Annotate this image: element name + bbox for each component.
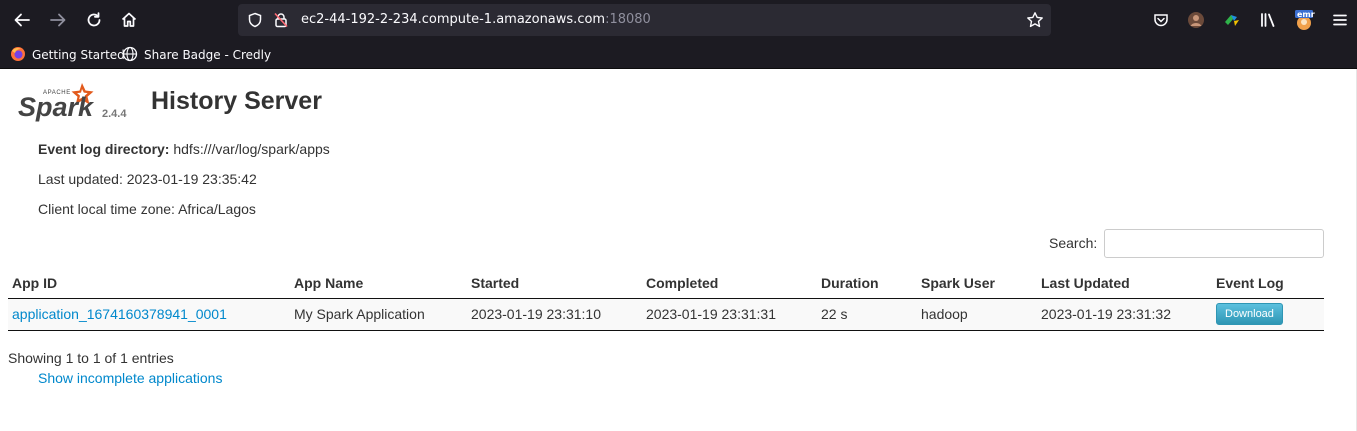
col-header-last-updated[interactable]: Last Updated xyxy=(1037,269,1212,299)
event-log-value: hdfs:///var/log/spark/apps xyxy=(173,141,330,157)
shield-icon[interactable] xyxy=(246,11,264,29)
reload-icon[interactable] xyxy=(82,8,106,32)
table-header-row: App ID App Name Started Completed Durati… xyxy=(8,269,1324,299)
browser-toolbar: ec2-44-192-2-234.compute-1.amazonaws.com… xyxy=(0,0,1357,40)
spark-logo[interactable]: APACHE Spark xyxy=(16,80,98,122)
col-header-event-log[interactable]: Event Log xyxy=(1212,269,1324,299)
forward-icon[interactable] xyxy=(46,8,70,32)
insecure-lock-icon[interactable] xyxy=(272,11,290,29)
pocket-icon[interactable] xyxy=(1150,9,1172,31)
bookmark-getting-started[interactable]: Getting Started xyxy=(10,46,125,64)
library-icon[interactable] xyxy=(1257,9,1279,31)
cell-app-id: application_1674160378941_0001 xyxy=(8,298,290,331)
bookmarks-bar: Getting Started Share Badge - Credly xyxy=(0,40,1357,69)
cell-event-log: Download xyxy=(1212,298,1324,331)
table-row: application_1674160378941_0001 My Spark … xyxy=(8,298,1324,331)
event-log-label: Event log directory: xyxy=(38,141,170,157)
extension-colorful-icon[interactable] xyxy=(1221,9,1243,31)
profile-avatar-icon[interactable] xyxy=(1185,9,1207,31)
cell-completed: 2023-01-19 23:31:31 xyxy=(642,298,817,331)
cell-spark-user: hadoop xyxy=(917,298,1037,331)
cell-started: 2023-01-19 23:31:10 xyxy=(467,298,642,331)
applications-table: App ID App Name Started Completed Durati… xyxy=(8,269,1324,331)
client-time-zone: Client local time zone: Africa/Lagos xyxy=(38,201,256,217)
emr-badge-text: emr xyxy=(1297,10,1315,19)
col-header-duration[interactable]: Duration xyxy=(817,269,917,299)
show-incomplete-link[interactable]: Show incomplete applications xyxy=(38,370,222,386)
bookmark-share-badge[interactable]: Share Badge - Credly xyxy=(122,46,271,64)
col-header-completed[interactable]: Completed xyxy=(642,269,817,299)
entries-info: Showing 1 to 1 of 1 entries xyxy=(8,350,174,366)
firefox-icon xyxy=(10,46,26,65)
spark-version: 2.4.4 xyxy=(102,108,127,120)
url-text[interactable]: ec2-44-192-2-234.compute-1.amazonaws.com… xyxy=(301,12,651,27)
logo-spark-text: Spark xyxy=(18,92,95,122)
bookmark-label: Share Badge - Credly xyxy=(144,48,272,62)
home-icon[interactable] xyxy=(117,8,141,32)
last-updated: Last updated: 2023-01-19 23:35:42 xyxy=(38,171,257,187)
event-log-directory: Event log directory: hdfs:///var/log/spa… xyxy=(38,141,330,157)
bookmark-label: Getting Started xyxy=(32,48,125,62)
url-bar[interactable]: ec2-44-192-2-234.compute-1.amazonaws.com… xyxy=(238,4,1051,36)
emr-extension-icon[interactable]: emr xyxy=(1293,9,1315,31)
bookmark-star-icon[interactable] xyxy=(1026,11,1044,29)
cell-duration: 22 s xyxy=(817,298,917,331)
col-header-spark-user[interactable]: Spark User xyxy=(917,269,1037,299)
search-label: Search: xyxy=(1049,235,1098,251)
cell-app-name: My Spark Application xyxy=(290,298,467,331)
url-port: :18080 xyxy=(605,12,651,27)
col-header-app-id[interactable]: App ID xyxy=(8,269,290,299)
col-header-app-name[interactable]: App Name xyxy=(290,269,467,299)
col-header-started[interactable]: Started xyxy=(467,269,642,299)
globe-icon xyxy=(122,46,138,65)
url-host: ec2-44-192-2-234.compute-1.amazonaws.com xyxy=(301,12,606,27)
back-icon[interactable] xyxy=(10,8,34,32)
app-id-link[interactable]: application_1674160378941_0001 xyxy=(12,306,227,322)
download-button[interactable]: Download xyxy=(1216,303,1283,325)
menu-icon[interactable] xyxy=(1329,9,1351,31)
page-title: History Server xyxy=(151,87,322,115)
cell-last-updated: 2023-01-19 23:31:32 xyxy=(1037,298,1212,331)
search-input[interactable] xyxy=(1104,229,1324,258)
